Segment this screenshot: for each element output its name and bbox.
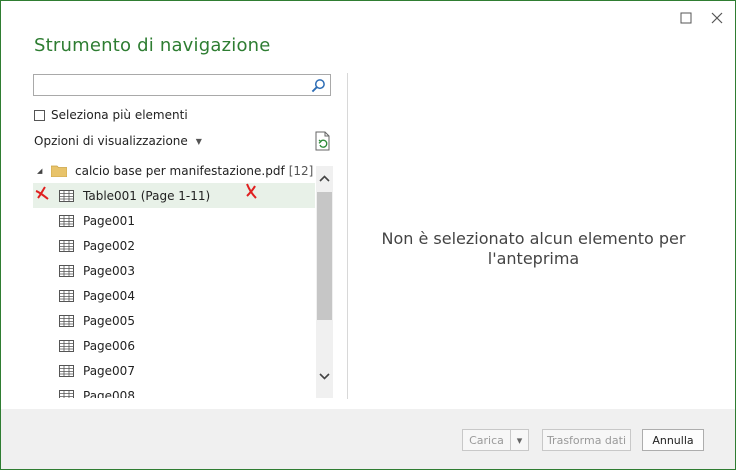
- view-options-label: Opzioni di visualizzazione: [34, 134, 188, 148]
- search-icon[interactable]: [311, 78, 326, 93]
- table-icon: [59, 264, 74, 277]
- chevron-up-icon: [319, 175, 330, 182]
- dialog-title: Strumento di navigazione: [34, 35, 271, 56]
- navigator-dialog: Strumento di navigazione Seleziona più e…: [1, 1, 735, 469]
- table-icon: [59, 364, 74, 377]
- tree-item-table001[interactable]: Table001 (Page 1-11): [33, 183, 315, 208]
- tree-item-label: Page006: [83, 338, 135, 353]
- chevron-down-icon: ▼: [195, 136, 202, 146]
- tree-item-label: Page007: [83, 363, 135, 378]
- table-icon: [59, 289, 74, 302]
- tree-item-label: Page002: [83, 238, 135, 253]
- tree-items: Table001 (Page 1-11) Page001 Page002 Pag…: [33, 183, 315, 398]
- scroll-down-button[interactable]: [316, 368, 333, 385]
- refresh-icon[interactable]: [314, 131, 332, 151]
- folder-name: calcio base per manifestazione.pdf: [75, 163, 285, 178]
- multi-select-label: Seleziona più elementi: [51, 108, 188, 122]
- cancel-button[interactable]: Annulla: [642, 429, 704, 451]
- navigator-window: Strumento di navigazione Seleziona più e…: [0, 0, 736, 470]
- close-icon[interactable]: [706, 7, 728, 29]
- tree-item-label: Page004: [83, 288, 135, 303]
- folder-icon: [51, 165, 67, 177]
- load-button[interactable]: Carica: [462, 429, 511, 451]
- load-options-button[interactable]: ▾: [511, 429, 529, 451]
- tree-scrollbar[interactable]: [316, 166, 333, 398]
- table-icon: [59, 189, 74, 202]
- table-icon: [59, 314, 74, 327]
- tree-item-page001[interactable]: Page001: [33, 208, 315, 233]
- scrollbar-thumb[interactable]: [317, 192, 332, 320]
- preview-message: Non è selezionato alcun elemento per l'a…: [381, 229, 686, 268]
- view-options-dropdown[interactable]: Opzioni di visualizzazione ▼: [34, 134, 202, 148]
- tree-item-label: Page001: [83, 213, 135, 228]
- dialog-footer: Carica ▾ Trasforma dati Annulla: [1, 409, 735, 469]
- table-icon: [59, 239, 74, 252]
- transform-data-button[interactable]: Trasforma dati: [542, 429, 631, 451]
- scroll-up-button[interactable]: [316, 170, 333, 187]
- tree-item-page005[interactable]: Page005: [33, 308, 315, 333]
- pane-divider: [347, 73, 348, 399]
- tree-item-label: Table001 (Page 1-11): [83, 188, 211, 203]
- tree-item-page007[interactable]: Page007: [33, 358, 315, 383]
- table-icon: [59, 389, 74, 398]
- table-icon: [59, 339, 74, 352]
- tree-item-page004[interactable]: Page004: [33, 283, 315, 308]
- tree-item-page008[interactable]: Page008: [33, 383, 315, 398]
- navigator-tree: ◢ calcio base per manifestazione.pdf [12…: [33, 158, 333, 398]
- tree-item-page006[interactable]: Page006: [33, 333, 315, 358]
- search-input[interactable]: [38, 77, 312, 95]
- tree-folder-row[interactable]: ◢ calcio base per manifestazione.pdf [12…: [33, 158, 315, 183]
- annotation-x-mark: [246, 183, 257, 199]
- tree-item-label: Page005: [83, 313, 135, 328]
- annotation-x-mark: [35, 186, 49, 200]
- chevron-down-icon: [319, 373, 330, 380]
- tree-item-page003[interactable]: Page003: [33, 258, 315, 283]
- multi-select-checkbox[interactable]: [34, 109, 45, 121]
- search-box[interactable]: [33, 74, 331, 96]
- maximize-icon[interactable]: [675, 7, 697, 29]
- table-icon: [59, 214, 74, 227]
- tree-item-page002[interactable]: Page002: [33, 233, 315, 258]
- expand-icon[interactable]: ◢: [37, 167, 47, 175]
- folder-count: [12]: [288, 163, 314, 178]
- tree-item-label: Page003: [83, 263, 135, 278]
- multi-select-option[interactable]: Seleziona più elementi: [34, 108, 188, 122]
- tree-item-label: Page008: [83, 388, 135, 399]
